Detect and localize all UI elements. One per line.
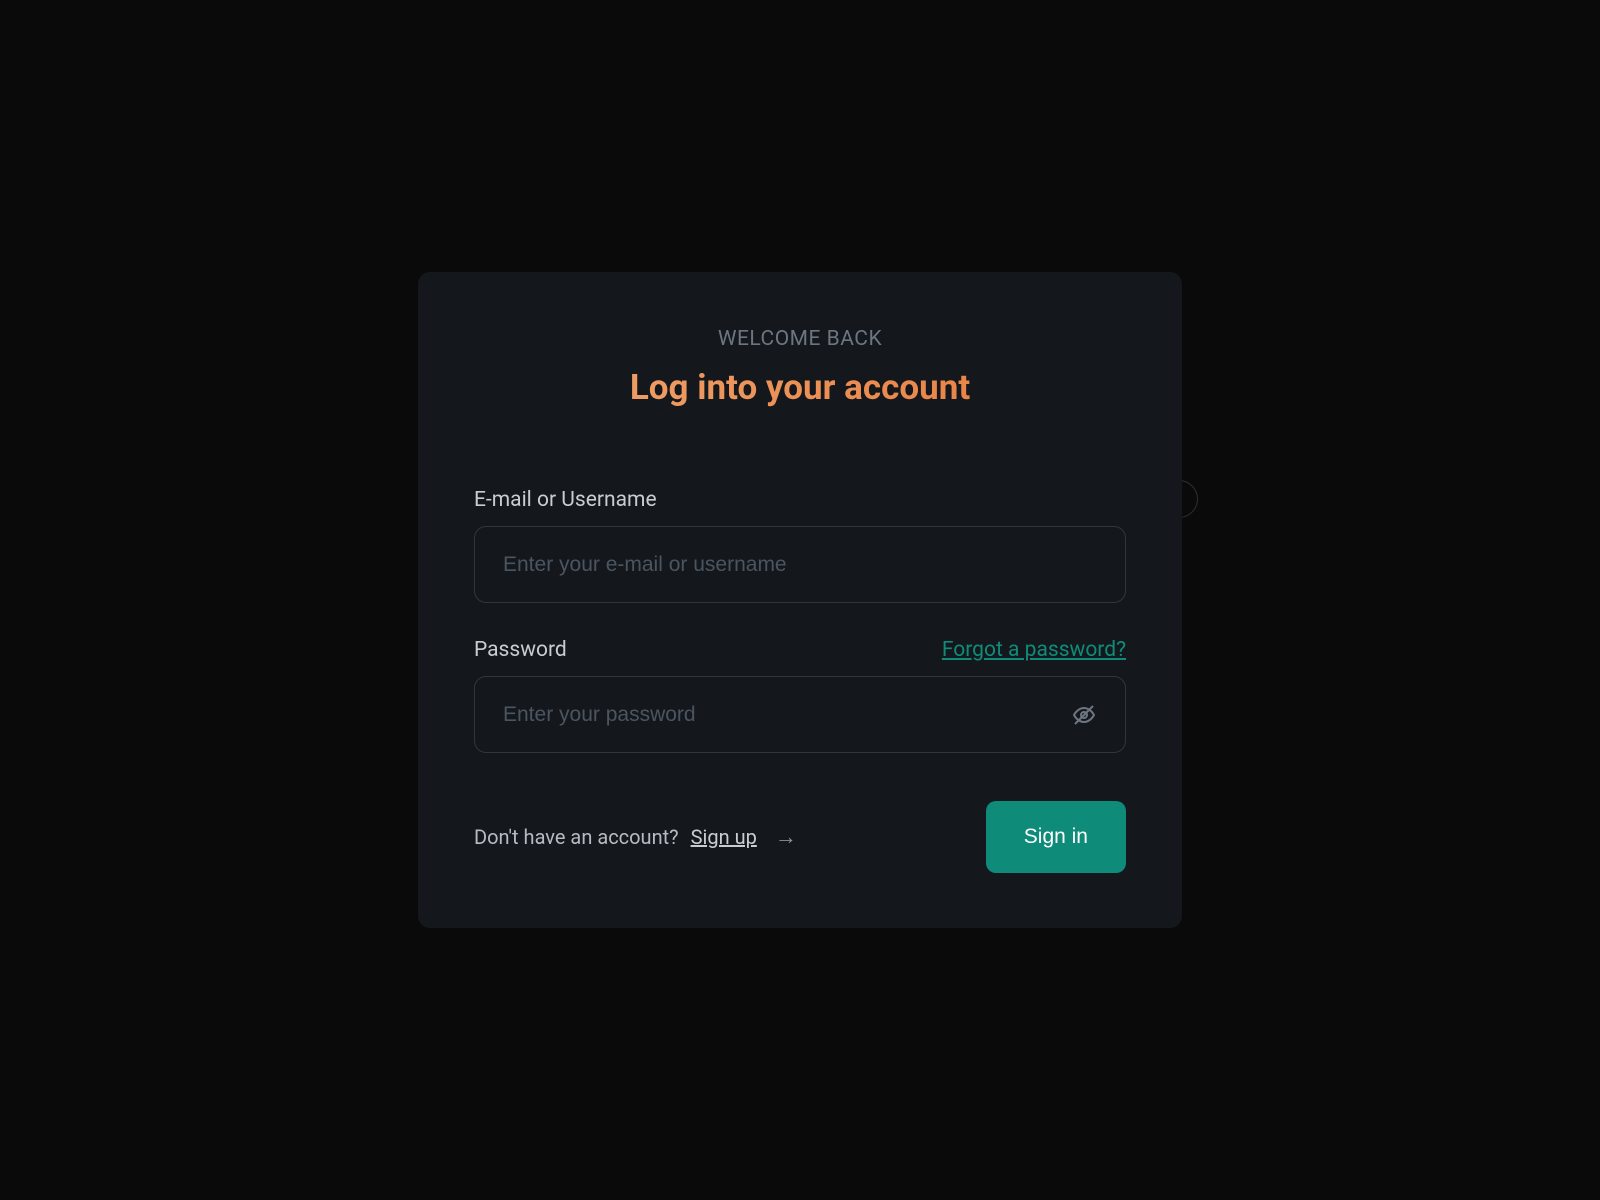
signup-prompt-row: Don't have an account? Sign up → bbox=[474, 824, 797, 850]
signup-prompt-text: Don't have an account? bbox=[474, 825, 679, 849]
password-field-group: Password Forgot a password? bbox=[474, 638, 1126, 753]
password-input[interactable] bbox=[503, 703, 1071, 727]
password-label: Password bbox=[474, 638, 567, 662]
page-title: Log into your account bbox=[474, 367, 1126, 408]
email-input[interactable] bbox=[503, 553, 1097, 577]
login-card: WELCOME BACK Log into your account E-mai… bbox=[418, 272, 1182, 928]
footer-row: Don't have an account? Sign up → Sign in bbox=[474, 801, 1126, 873]
eye-off-icon[interactable] bbox=[1071, 702, 1097, 728]
email-field-group: E-mail or Username bbox=[474, 488, 1126, 603]
password-input-wrapper bbox=[474, 676, 1126, 753]
arrow-right-icon: → bbox=[775, 824, 797, 850]
email-input-wrapper bbox=[474, 526, 1126, 603]
welcome-text: WELCOME BACK bbox=[474, 327, 1126, 351]
forgot-password-link[interactable]: Forgot a password? bbox=[942, 638, 1126, 662]
signup-link[interactable]: Sign up bbox=[691, 825, 757, 849]
email-label: E-mail or Username bbox=[474, 488, 657, 512]
signin-button[interactable]: Sign in bbox=[986, 801, 1126, 873]
